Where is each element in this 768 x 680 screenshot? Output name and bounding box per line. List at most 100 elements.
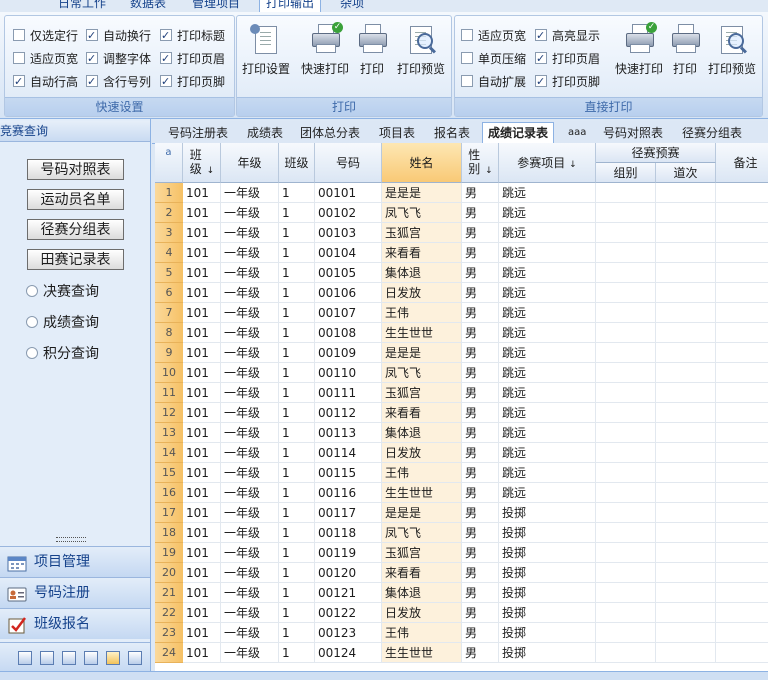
cell-number[interactable]: 00111 [315, 383, 382, 403]
cell-group[interactable] [596, 423, 656, 443]
cell-lane[interactable] [656, 383, 716, 403]
cell-class-no[interactable]: 101 [183, 323, 221, 343]
cell-name[interactable]: 玉狐宫 [382, 543, 462, 563]
cell-number[interactable]: 00122 [315, 603, 382, 623]
cell-event[interactable]: 投掷 [499, 503, 596, 523]
cell-gender[interactable]: 男 [462, 323, 499, 343]
header-note[interactable]: 备注 [716, 143, 768, 183]
cell-number[interactable]: 00103 [315, 223, 382, 243]
header-track-prelim[interactable]: 径赛预赛 [596, 143, 716, 163]
row-number[interactable]: 18 [155, 523, 183, 543]
tab-daily-work[interactable]: 日常工作 [52, 0, 112, 12]
cell-event[interactable]: 投掷 [499, 563, 596, 583]
cell-class-no[interactable]: 101 [183, 223, 221, 243]
cell-class-no[interactable]: 101 [183, 403, 221, 423]
cell-note[interactable] [716, 323, 768, 343]
cell-gender[interactable]: 男 [462, 363, 499, 383]
cell-grade[interactable]: 一年级 [221, 523, 279, 543]
cell-gender[interactable]: 男 [462, 403, 499, 423]
cell-group[interactable] [596, 503, 656, 523]
cell-class[interactable]: 1 [279, 623, 315, 643]
cell-event[interactable]: 投掷 [499, 583, 596, 603]
cell-group[interactable] [596, 363, 656, 383]
cell-note[interactable] [716, 563, 768, 583]
cell-class-no[interactable]: 101 [183, 523, 221, 543]
cell-grade[interactable]: 一年级 [221, 363, 279, 383]
cell-number[interactable]: 00115 [315, 463, 382, 483]
cell-lane[interactable] [656, 303, 716, 323]
cell-group[interactable] [596, 603, 656, 623]
cell-grade[interactable]: 一年级 [221, 323, 279, 343]
cell-event[interactable]: 跳远 [499, 223, 596, 243]
cell-event[interactable]: 跳远 [499, 343, 596, 363]
cell-name[interactable]: 日发放 [382, 443, 462, 463]
tab-misc[interactable]: 杂项 [334, 0, 370, 12]
splitter-grip[interactable] [56, 537, 86, 542]
cell-grade[interactable]: 一年级 [221, 563, 279, 583]
direct-print-button[interactable]: 打印 [663, 24, 707, 77]
radio-points-query[interactable]: 积分查询 [26, 344, 99, 364]
cell-class-no[interactable]: 101 [183, 303, 221, 323]
cell-note[interactable] [716, 643, 768, 663]
cell-class-no[interactable]: 101 [183, 183, 221, 203]
cell-grade[interactable]: 一年级 [221, 303, 279, 323]
cell-class-no[interactable]: 101 [183, 623, 221, 643]
cell-grade[interactable]: 一年级 [221, 603, 279, 623]
nav-number-registration[interactable]: 号码注册 [0, 577, 150, 608]
cell-number[interactable]: 00117 [315, 503, 382, 523]
cell-gender[interactable]: 男 [462, 183, 499, 203]
row-number[interactable]: 10 [155, 363, 183, 383]
tab-events[interactable]: 项目表 [379, 123, 415, 143]
cell-event[interactable]: 跳远 [499, 443, 596, 463]
cell-name[interactable]: 生生世世 [382, 643, 462, 663]
cell-class[interactable]: 1 [279, 563, 315, 583]
field-record-button[interactable]: 田赛记录表 [27, 249, 124, 270]
cell-note[interactable] [716, 343, 768, 363]
cell-grade[interactable]: 一年级 [221, 343, 279, 363]
cell-group[interactable] [596, 483, 656, 503]
row-number[interactable]: 4 [155, 243, 183, 263]
cell-lane[interactable] [656, 483, 716, 503]
cell-group[interactable] [596, 203, 656, 223]
row-number[interactable]: 2 [155, 203, 183, 223]
cell-gender[interactable]: 男 [462, 423, 499, 443]
row-number[interactable]: 19 [155, 543, 183, 563]
cell-number[interactable]: 00107 [315, 303, 382, 323]
cell-name[interactable]: 来看看 [382, 403, 462, 423]
cell-class-no[interactable]: 101 [183, 443, 221, 463]
header-grade[interactable]: 年级 [221, 143, 279, 183]
tab-aaa[interactable]: aaa [568, 123, 586, 143]
cell-note[interactable] [716, 203, 768, 223]
cell-name[interactable]: 王伟 [382, 623, 462, 643]
cell-grade[interactable]: 一年级 [221, 243, 279, 263]
header-event[interactable]: 参赛项目 ↓ [499, 143, 596, 183]
cell-note[interactable] [716, 223, 768, 243]
checkbox-row-number-column[interactable]: 含行号列 [86, 72, 151, 92]
cell-lane[interactable] [656, 363, 716, 383]
cell-event[interactable]: 跳远 [499, 243, 596, 263]
print-settings-button[interactable]: 打印设置 [240, 24, 292, 77]
cell-grade[interactable]: 一年级 [221, 503, 279, 523]
cell-class[interactable]: 1 [279, 503, 315, 523]
cell-group[interactable] [596, 403, 656, 423]
cell-grade[interactable]: 一年级 [221, 463, 279, 483]
cell-gender[interactable]: 男 [462, 523, 499, 543]
cell-class[interactable]: 1 [279, 223, 315, 243]
cell-group[interactable] [596, 243, 656, 263]
tab-number-lookup[interactable]: 号码对照表 [603, 123, 663, 143]
cell-grade[interactable]: 一年级 [221, 383, 279, 403]
cell-gender[interactable]: 男 [462, 563, 499, 583]
row-number[interactable]: 5 [155, 263, 183, 283]
row-number[interactable]: 7 [155, 303, 183, 323]
quick-print-button[interactable]: ✓ 快速打印 [299, 22, 351, 77]
cell-event[interactable]: 跳远 [499, 303, 596, 323]
cell-class[interactable]: 1 [279, 583, 315, 603]
row-number[interactable]: 15 [155, 463, 183, 483]
cell-number[interactable]: 00101 [315, 183, 382, 203]
cell-number[interactable]: 00105 [315, 263, 382, 283]
cell-lane[interactable] [656, 223, 716, 243]
cell-class[interactable]: 1 [279, 523, 315, 543]
cell-event[interactable]: 投掷 [499, 523, 596, 543]
cell-class-no[interactable]: 101 [183, 203, 221, 223]
tab-manage-project[interactable]: 管理项目 [186, 0, 246, 12]
